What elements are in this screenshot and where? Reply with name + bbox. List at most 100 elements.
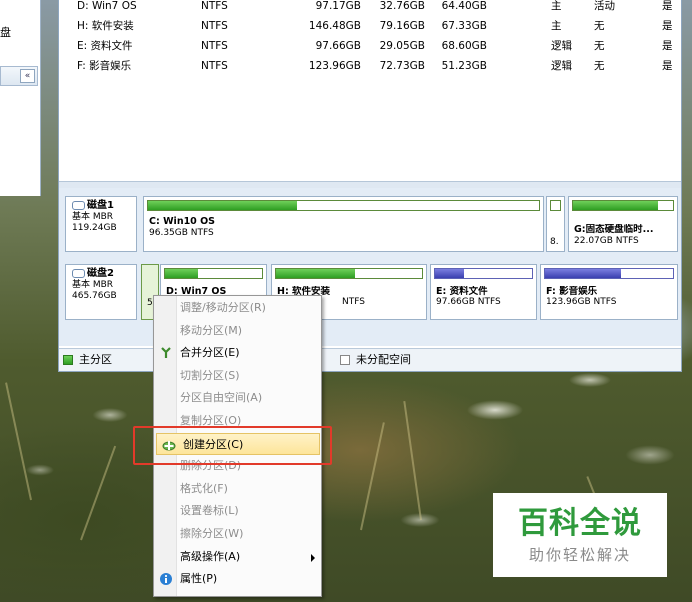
usage-bar-fill bbox=[573, 201, 658, 210]
menu-item-label: 分区自由空间(A) bbox=[180, 391, 263, 405]
usage-bar bbox=[434, 268, 533, 279]
partition-info: 22.07GB NTFS bbox=[574, 236, 639, 246]
disk-icon bbox=[72, 201, 85, 210]
cell-capacity: 146.48GB bbox=[308, 20, 361, 32]
menu-item-label: 设置卷标(L) bbox=[180, 504, 239, 518]
legend-primary-label: 主分区 bbox=[79, 353, 112, 366]
disk1-type: 基本 MBR bbox=[72, 212, 114, 222]
cell-free: 64.40GB bbox=[441, 0, 487, 12]
usage-bar-fill bbox=[148, 201, 297, 210]
cell-capacity: 97.66GB bbox=[315, 40, 361, 52]
disk-icon bbox=[72, 269, 85, 278]
partition-info: NTFS bbox=[342, 297, 365, 307]
menu-item-label: 属性(P) bbox=[180, 572, 218, 586]
menu-item-label: 移动分区(M) bbox=[180, 323, 243, 337]
menu-item[interactable]: 格式化(F) bbox=[154, 478, 321, 500]
usage-bar bbox=[164, 268, 263, 279]
partition-info: 5 bbox=[147, 298, 153, 308]
menu-item[interactable]: 属性(P) bbox=[154, 568, 321, 590]
usage-bar-fill bbox=[545, 269, 621, 278]
cell-fs: NTFS bbox=[201, 40, 228, 52]
cell-hidden: 是 bbox=[662, 0, 673, 12]
menu-item-label: 切割分区(S) bbox=[180, 368, 240, 382]
partition-name: F: 影音娱乐 bbox=[546, 286, 598, 297]
annotation-highlight-box bbox=[133, 426, 332, 465]
usage-bar-fill bbox=[276, 269, 355, 278]
collapse-icon[interactable]: « bbox=[20, 69, 35, 83]
legend-unallocated-label: 未分配空间 bbox=[356, 353, 411, 366]
menu-item-label: 格式化(F) bbox=[180, 481, 228, 495]
cell-hidden: 是 bbox=[662, 60, 673, 72]
disk2-type: 基本 MBR bbox=[72, 280, 114, 290]
cell-fs: NTFS bbox=[201, 0, 228, 12]
cell-hidden: 是 bbox=[662, 20, 673, 32]
menu-item-label: 擦除分区(W) bbox=[180, 527, 244, 540]
cell-used: 29.05GB bbox=[379, 40, 425, 52]
cell-type: 逻辑 bbox=[551, 60, 572, 72]
cell-fs: NTFS bbox=[201, 60, 228, 72]
menu-item[interactable]: 移动分区(M) bbox=[154, 320, 321, 342]
cell-used: 32.76GB bbox=[379, 0, 425, 12]
brand-title: 百科全说 bbox=[518, 506, 642, 541]
cell-status: 无 bbox=[594, 60, 605, 72]
partition-f[interactable]: F: 影音娱乐 123.96GB NTFS bbox=[540, 264, 678, 320]
cell-capacity: 97.17GB bbox=[315, 0, 361, 12]
partition-small[interactable]: 8. bbox=[546, 196, 565, 252]
menu-item[interactable]: 调整/移动分区(R) bbox=[154, 297, 321, 319]
cell-free: 68.60GB bbox=[441, 40, 487, 52]
cell-name: H: 软件安装 bbox=[77, 20, 134, 32]
partition-name: G:固态硬盘临时... bbox=[574, 224, 654, 235]
cell-type: 主 bbox=[551, 20, 562, 32]
usage-bar bbox=[550, 200, 561, 211]
menu-item-label: 合并分区(E) bbox=[180, 346, 240, 360]
table-row[interactable]: F: 影音娱乐 NTFS 123.96GB 72.73GB 51.23GB 逻辑 无 是 bbox=[59, 59, 681, 79]
left-panel-text: 盘 bbox=[0, 26, 11, 39]
cell-status: 无 bbox=[594, 40, 605, 52]
table-row[interactable]: D: Win7 OS NTFS 97.17GB 32.76GB 64.40GB 主 活动 是 bbox=[59, 0, 681, 19]
cell-used: 79.16GB bbox=[379, 20, 425, 32]
disk1-title: 磁盘1 bbox=[87, 200, 114, 211]
cell-type: 主 bbox=[551, 0, 562, 12]
menu-item[interactable]: 切割分区(S) bbox=[154, 365, 321, 387]
partition-info: 123.96GB NTFS bbox=[546, 297, 617, 307]
table-row[interactable]: E: 资料文件 NTFS 97.66GB 29.05GB 68.60GB 逻辑 无 是 bbox=[59, 39, 681, 59]
cell-hidden: 是 bbox=[662, 40, 673, 52]
disk1-size: 119.24GB bbox=[72, 223, 117, 233]
cell-free: 51.23GB bbox=[441, 60, 487, 72]
usage-bar bbox=[544, 268, 674, 279]
brand-subtitle: 助你轻松解决 bbox=[528, 546, 631, 564]
cell-status: 无 bbox=[594, 20, 605, 32]
cell-capacity: 123.96GB bbox=[308, 60, 361, 72]
partition-name: C: Win10 OS bbox=[149, 216, 216, 227]
disk1-info[interactable]: 磁盘1 基本 MBR 119.24GB bbox=[65, 196, 137, 252]
cell-name: F: 影音娱乐 bbox=[77, 60, 132, 72]
menu-item-label: 高级操作(A) bbox=[180, 549, 241, 563]
menu-item-label: 调整/移动分区(R) bbox=[180, 301, 266, 314]
menu-item[interactable]: 分区自由空间(A) bbox=[154, 387, 321, 409]
partition-g[interactable]: G:固态硬盘临时... 22.07GB NTFS bbox=[568, 196, 678, 252]
submenu-arrow-icon bbox=[311, 553, 315, 562]
usage-bar bbox=[275, 268, 423, 279]
cell-name: E: 资料文件 bbox=[77, 40, 133, 52]
partition-c[interactable]: C: Win10 OS 96.35GB NTFS bbox=[143, 196, 544, 252]
brand-watermark: 百科全说 助你轻松解决 bbox=[493, 493, 667, 577]
cell-free: 67.33GB bbox=[441, 20, 487, 32]
usage-bar-fill bbox=[435, 269, 465, 278]
menu-item[interactable]: 擦除分区(W) bbox=[154, 523, 321, 545]
cell-name: D: Win7 OS bbox=[77, 0, 137, 12]
partition-info: 97.66GB NTFS bbox=[436, 297, 501, 307]
cell-status: 活动 bbox=[594, 0, 615, 12]
partition-info: 96.35GB NTFS bbox=[149, 228, 214, 238]
info-icon bbox=[160, 573, 172, 586]
partition-e[interactable]: E: 资料文件 97.66GB NTFS bbox=[430, 264, 537, 320]
menu-item[interactable]: 合并分区(E) bbox=[154, 342, 321, 364]
disk2-info[interactable]: 磁盘2 基本 MBR 465.76GB bbox=[65, 264, 137, 320]
table-row[interactable]: H: 软件安装 NTFS 146.48GB 79.16GB 67.33GB 主 无 是 bbox=[59, 19, 681, 39]
menu-item[interactable]: 高级操作(A) bbox=[154, 546, 321, 568]
partition-info: 8. bbox=[550, 237, 559, 247]
usage-bar bbox=[572, 200, 674, 211]
cell-used: 72.73GB bbox=[379, 60, 425, 72]
unallocated-swatch bbox=[340, 355, 350, 365]
menu-item[interactable]: 设置卷标(L) bbox=[154, 500, 321, 522]
partition-name: E: 资料文件 bbox=[436, 286, 488, 297]
